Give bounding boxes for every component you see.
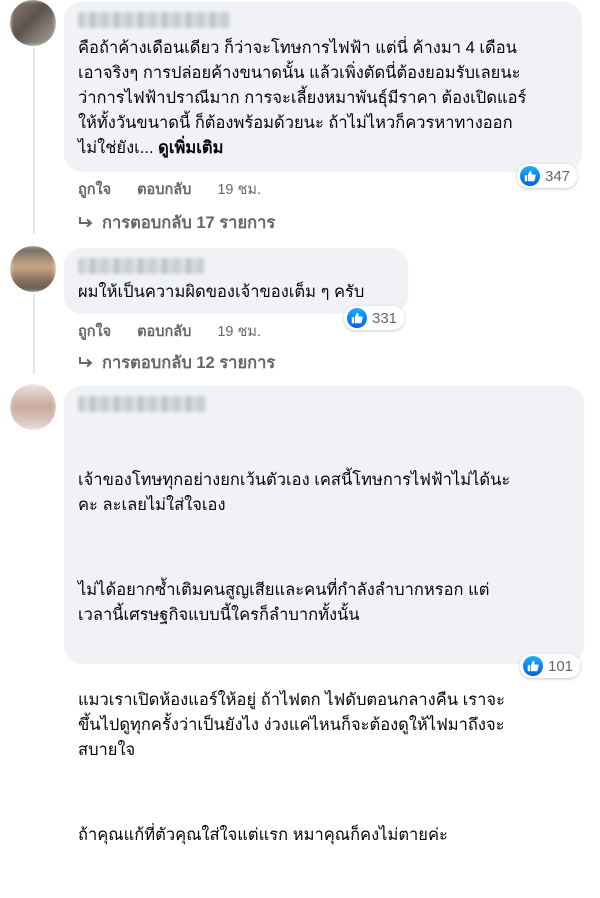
reaction-count: 347: [545, 167, 571, 185]
timestamp[interactable]: 19 ชม.: [217, 320, 261, 343]
comment-paragraph: ไม่ได้อยากซ้ำเติมคนสูญเสียและคนที่กำลังล…: [78, 581, 490, 624]
like-reaction-icon: [347, 308, 367, 328]
reply-button[interactable]: ตอบกลับ: [137, 320, 191, 343]
comment-text: คือถ้าค้างเดือนเดียว ก็ว่าจะโทษการไฟฟ้า …: [78, 39, 527, 157]
reaction-summary[interactable]: 347: [517, 164, 578, 188]
view-replies-link[interactable]: การตอบกลับ 12 รายการ: [78, 350, 275, 376]
reaction-count: 331: [372, 309, 398, 327]
author-name-redacted[interactable]: [78, 396, 206, 412]
see-more-link[interactable]: ดูเพิ่มเติม: [158, 139, 223, 157]
comment-bubble: เจ้าของโทษทุกอย่างยกเว้นตัวเอง เคสนี้โทษ…: [64, 386, 584, 844]
comment-paragraph: เจ้าของโทษทุกอย่างยกเว้นตัวเอง เคสนี้โทษ…: [78, 471, 511, 514]
timestamp[interactable]: 19 ชม.: [217, 178, 261, 201]
reply-arrow-icon: [78, 216, 94, 230]
author-name-redacted[interactable]: [78, 258, 204, 274]
thread-line: [33, 48, 35, 234]
reply-button[interactable]: ตอบกลับ: [137, 178, 191, 201]
reaction-summary[interactable]: 101: [520, 654, 581, 678]
thread-line: [33, 294, 35, 374]
comment-text: ผมให้เป็นความผิดของเจ้าของเต็ม ๆ ครับ: [78, 283, 365, 301]
comment-bubble: คือถ้าค้างเดือนเดียว ก็ว่าจะโทษการไฟฟ้า …: [64, 2, 582, 172]
reply-arrow-icon: [78, 356, 94, 370]
reaction-summary[interactable]: 331: [344, 306, 405, 330]
avatar[interactable]: [10, 384, 56, 430]
comment-actions: ถูกใจ ตอบกลับ 19 ชม.: [78, 178, 261, 201]
like-reaction-icon: [523, 656, 543, 676]
avatar[interactable]: [10, 246, 56, 292]
reaction-count: 101: [548, 657, 574, 675]
author-name-redacted[interactable]: [78, 12, 230, 28]
comment-paragraph: ถ้าคุณแก้ที่ตัวคุณใส่ใจแต่แรก หมาคุณก็คง…: [78, 826, 448, 844]
avatar[interactable]: [10, 0, 56, 46]
comment-actions: ถูกใจ ตอบกลับ 19 ชม.: [78, 320, 261, 343]
comment-bubble: ผมให้เป็นความผิดของเจ้าของเต็ม ๆ ครับ: [64, 248, 408, 314]
like-button[interactable]: ถูกใจ: [78, 320, 111, 343]
comment-paragraph: แมวเราเปิดห้องแอร์ให้อยู่ ถ้าไฟตก ไฟดับต…: [78, 691, 505, 759]
like-button[interactable]: ถูกใจ: [78, 178, 111, 201]
like-reaction-icon: [520, 166, 540, 186]
view-replies-link[interactable]: การตอบกลับ 17 รายการ: [78, 210, 275, 236]
comment-text: เจ้าของโทษทุกอย่างยกเว้นตัวเอง เคสนี้โทษ…: [78, 418, 570, 898]
replies-count-label: การตอบกลับ 12 รายการ: [102, 354, 276, 372]
replies-count-label: การตอบกลับ 17 รายการ: [102, 214, 276, 232]
